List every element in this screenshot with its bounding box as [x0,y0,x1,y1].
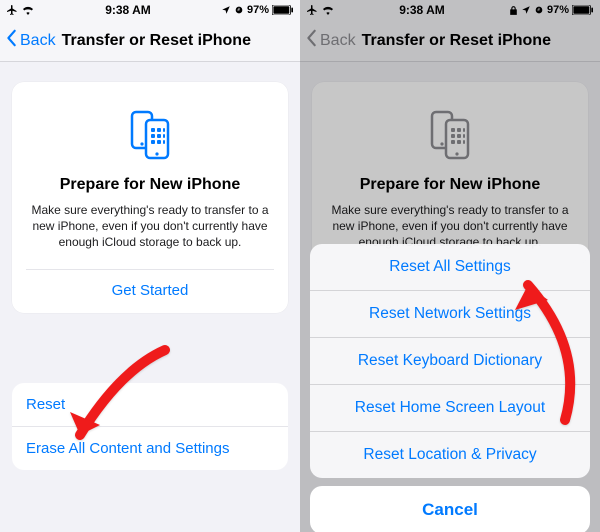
card-body: Make sure everything's ready to transfer… [26,202,274,251]
battery-percent: 97% [247,4,269,16]
phones-icon [122,106,178,162]
erase-row[interactable]: Erase All Content and Settings [12,427,288,470]
option-reset-location[interactable]: Reset Location & Privacy [310,432,590,478]
back-label: Back [20,32,56,50]
option-reset-all[interactable]: Reset All Settings [310,244,590,291]
option-reset-keyboard[interactable]: Reset Keyboard Dictionary [310,338,590,385]
chevron-left-icon [6,29,18,52]
cancel-button[interactable]: Cancel [310,486,590,532]
card-heading: Prepare for New iPhone [26,176,274,194]
battery-icon [272,5,294,15]
airplane-icon [6,4,18,16]
wifi-icon [21,5,35,15]
option-reset-home[interactable]: Reset Home Screen Layout [310,385,590,432]
nav-bar: Back Transfer or Reset iPhone [0,20,300,62]
option-reset-network[interactable]: Reset Network Settings [310,291,590,338]
prepare-card: Prepare for New iPhone Make sure everyth… [12,82,288,313]
status-time: 9:38 AM [105,3,151,17]
action-sheet: Reset All Settings Reset Network Setting… [310,244,590,532]
status-bar: 9:38 AM 97% [0,0,300,20]
screenshot-left: 9:38 AM 97% Back Tr [0,0,300,532]
back-button[interactable]: Back [6,29,56,52]
location-icon [221,5,231,15]
get-started-button[interactable]: Get Started [26,269,274,299]
reset-row[interactable]: Reset [12,383,288,427]
screenshot-right: 9:38 AM 97% [300,0,600,532]
alarm-icon [234,5,244,15]
reset-group: Reset Erase All Content and Settings [12,383,288,470]
nav-title: Transfer or Reset iPhone [62,32,251,50]
